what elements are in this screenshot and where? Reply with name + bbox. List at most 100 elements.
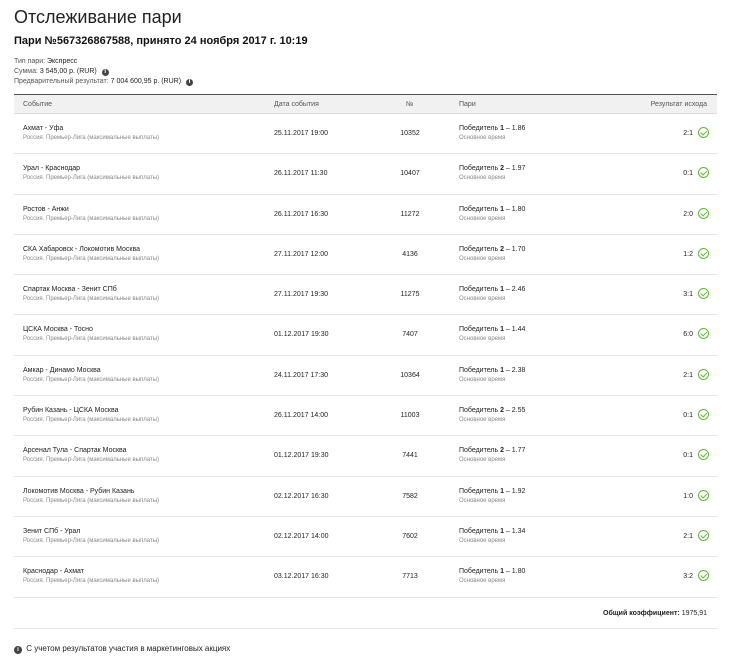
bet-prefix: Победитель	[459, 245, 501, 253]
bet-outcome: Победитель 1 – 2.46	[459, 286, 525, 293]
event-league: Россия. Премьер-Лига (максимальные выпла…	[23, 255, 160, 262]
event-league: Россия. Премьер-Лига (максимальные выпла…	[23, 417, 160, 424]
bet-prefix: Победитель	[459, 205, 501, 213]
bet-prefix: Победитель	[459, 286, 501, 294]
event-cell: Зенит СПб - Урал Россия. Премьер-Лига (ма…	[23, 528, 159, 544]
table-row: Арсенал Тула - Спартак Москва Россия. Пре…	[14, 436, 717, 477]
bet-cell: Победитель 2 – 1.77 Основное время	[459, 447, 525, 463]
total-row: Общий коэффициент: 1975,91	[14, 598, 717, 629]
table-row: Краснодар - Ахмат Россия. Премьер-Лига (м…	[14, 557, 717, 598]
check-circle-icon	[698, 570, 709, 582]
event-date: 02.12.2017 14:00	[274, 532, 329, 540]
check-circle-icon	[698, 489, 709, 501]
header-result: Результат исхода	[650, 101, 707, 108]
event-number: 7602	[402, 532, 418, 540]
event-league: Россия. Премьер-Лига (максимальные выпла…	[23, 497, 160, 504]
event-league: Россия. Премьер-Лига (максимальные выпла…	[23, 578, 160, 585]
table-row: Локомотив Москва - Рубин Казань Россия. П…	[14, 477, 717, 517]
result-score: 0:1	[683, 412, 693, 420]
bet-odds: – 1.34	[503, 527, 526, 535]
event-league: Россия. Премьер-Лига (максимальные выпла…	[23, 376, 160, 383]
bet-prefix: Победитель	[459, 326, 501, 334]
bet-outcome: Победитель 1 – 2.38	[459, 367, 525, 374]
result-score: 6:0	[683, 331, 693, 339]
bet-cell: Победитель 1 – 1.86 Основное время	[459, 125, 525, 141]
bet-amount-label: Сумма:	[14, 68, 38, 75]
bet-odds: – 1.44	[503, 326, 526, 334]
bet-period: Основное время	[459, 336, 506, 343]
bet-period: Основное время	[459, 135, 506, 141]
event-league: Россия. Премьер-Лига (максимальные выпла…	[23, 175, 160, 182]
bet-cell: Победитель 1 – 1.80 Основное время	[459, 568, 525, 584]
bet-outcome: Победитель 1 – 1.86	[459, 125, 525, 132]
result-score: 3:1	[683, 291, 693, 299]
event-cell: Ахмат - Уфа Россия. Премьер-Лига (максима…	[23, 125, 159, 141]
event-league: Россия. Премьер-Лига (максимальные выпла…	[23, 135, 160, 141]
bet-cell: Победитель 1 – 2.46 Основное время	[459, 286, 525, 302]
header-bet: Пари	[459, 101, 476, 108]
event-league: Россия. Премьер-Лига (максимальные выпла…	[23, 215, 160, 222]
bet-prefix: Победитель	[459, 487, 501, 495]
event-number: 10352	[400, 130, 420, 137]
event-number: 7582	[402, 492, 418, 500]
event-date: 26.11.2017 11:30	[274, 170, 328, 178]
bet-cell: Победитель 1 – 1.44 Основное время	[459, 326, 525, 342]
event-cell: Локомотив Москва - Рубин Казань Россия. П…	[23, 488, 159, 504]
result-score: 2:1	[683, 371, 693, 379]
total-label: Общий коэффициент:	[603, 609, 680, 617]
bet-odds: – 1.86	[503, 125, 526, 132]
event-cell: Ростов - Анжи Россия. Премьер-Лига (макси…	[23, 206, 159, 222]
bet-prefix: Победитель	[459, 165, 501, 173]
bet-odds: – 1.70	[503, 245, 526, 253]
bet-period: Основное время	[459, 255, 506, 262]
footnote: i С учетом результатов участия в маркети…	[14, 644, 230, 654]
bet-cell: Победитель 1 – 1.34 Основное время	[459, 528, 525, 544]
bet-prefix: Победитель	[459, 447, 501, 455]
bet-odds: – 1.77	[503, 447, 526, 455]
check-circle-icon	[698, 247, 709, 259]
check-circle-icon	[698, 529, 709, 541]
event-date: 03.12.2017 16:30	[274, 573, 329, 581]
bet-amount-value: 3 545,00 р. (RUR)	[39, 68, 97, 75]
bet-prefix: Победитель	[459, 366, 501, 374]
event-cell: Урал - Краснодар Россия. Премьер-Лига (ма…	[23, 165, 159, 181]
check-circle-icon	[698, 167, 709, 179]
event-number: 7441	[402, 452, 418, 460]
bet-odds: – 1.80	[503, 568, 526, 576]
bet-outcome: Победитель 1 – 1.44	[459, 326, 525, 333]
event-cell: Рубин Казань - ЦСКА Москва Россия. Премье…	[23, 407, 159, 423]
bet-type-label: Тип пари:	[14, 58, 46, 65]
bet-period: Основное время	[459, 376, 506, 383]
table-row: Урал - Краснодар Россия. Премьер-Лига (ма…	[14, 154, 717, 195]
bet-period: Основное время	[459, 296, 506, 303]
event-number: 11003	[400, 412, 420, 420]
bet-period: Основное время	[459, 175, 506, 182]
event-number: 10407	[400, 170, 420, 178]
prelim-result-line: Предварительный результат: 7 004 600,95 …	[14, 78, 194, 86]
table-body: Ахмат - Уфа Россия. Премьер-Лига (максима…	[14, 114, 717, 598]
info-icon[interactable]: i	[101, 69, 109, 76]
bet-odds: – 2.46	[503, 286, 526, 294]
bet-events-table: Событие Дата события № Пари Результат ис…	[14, 94, 717, 629]
event-date: 24.11.2017 17:30	[274, 371, 328, 379]
result-score: 0:1	[683, 452, 693, 460]
event-date: 27.11.2017 19:30	[274, 291, 328, 299]
bet-odds: – 1.92	[503, 487, 526, 495]
bet-cell: Победитель 2 – 2.55 Основное время	[459, 407, 525, 423]
bet-period: Основное время	[459, 457, 506, 464]
footnote-text: С учетом результатов участия в маркетинг…	[26, 644, 231, 653]
event-date: 02.12.2017 16:30	[274, 492, 329, 500]
bet-outcome: Победитель 1 – 1.92	[459, 488, 525, 495]
event-name: Локомотив Москва - Рубин Казань	[23, 487, 135, 495]
event-league: Россия. Премьер-Лига (максимальные выпла…	[23, 537, 160, 544]
check-circle-icon	[698, 449, 709, 461]
bet-cell: Победитель 1 – 2.38 Основное время	[459, 367, 525, 383]
event-cell: Спартак Москва - Зенит СПб Россия. Премье…	[23, 286, 159, 302]
check-circle-icon	[698, 207, 709, 219]
info-icon[interactable]: i	[186, 79, 194, 86]
event-date: 26.11.2017 16:30	[274, 210, 328, 218]
bet-cell: Победитель 2 – 1.70 Основное время	[459, 246, 525, 262]
event-cell: Арсенал Тула - Спартак Москва Россия. Пре…	[23, 447, 159, 463]
bet-amount-line: Сумма: 3 545,00 р. (RUR) i	[14, 68, 109, 76]
bet-period: Основное время	[459, 215, 506, 222]
